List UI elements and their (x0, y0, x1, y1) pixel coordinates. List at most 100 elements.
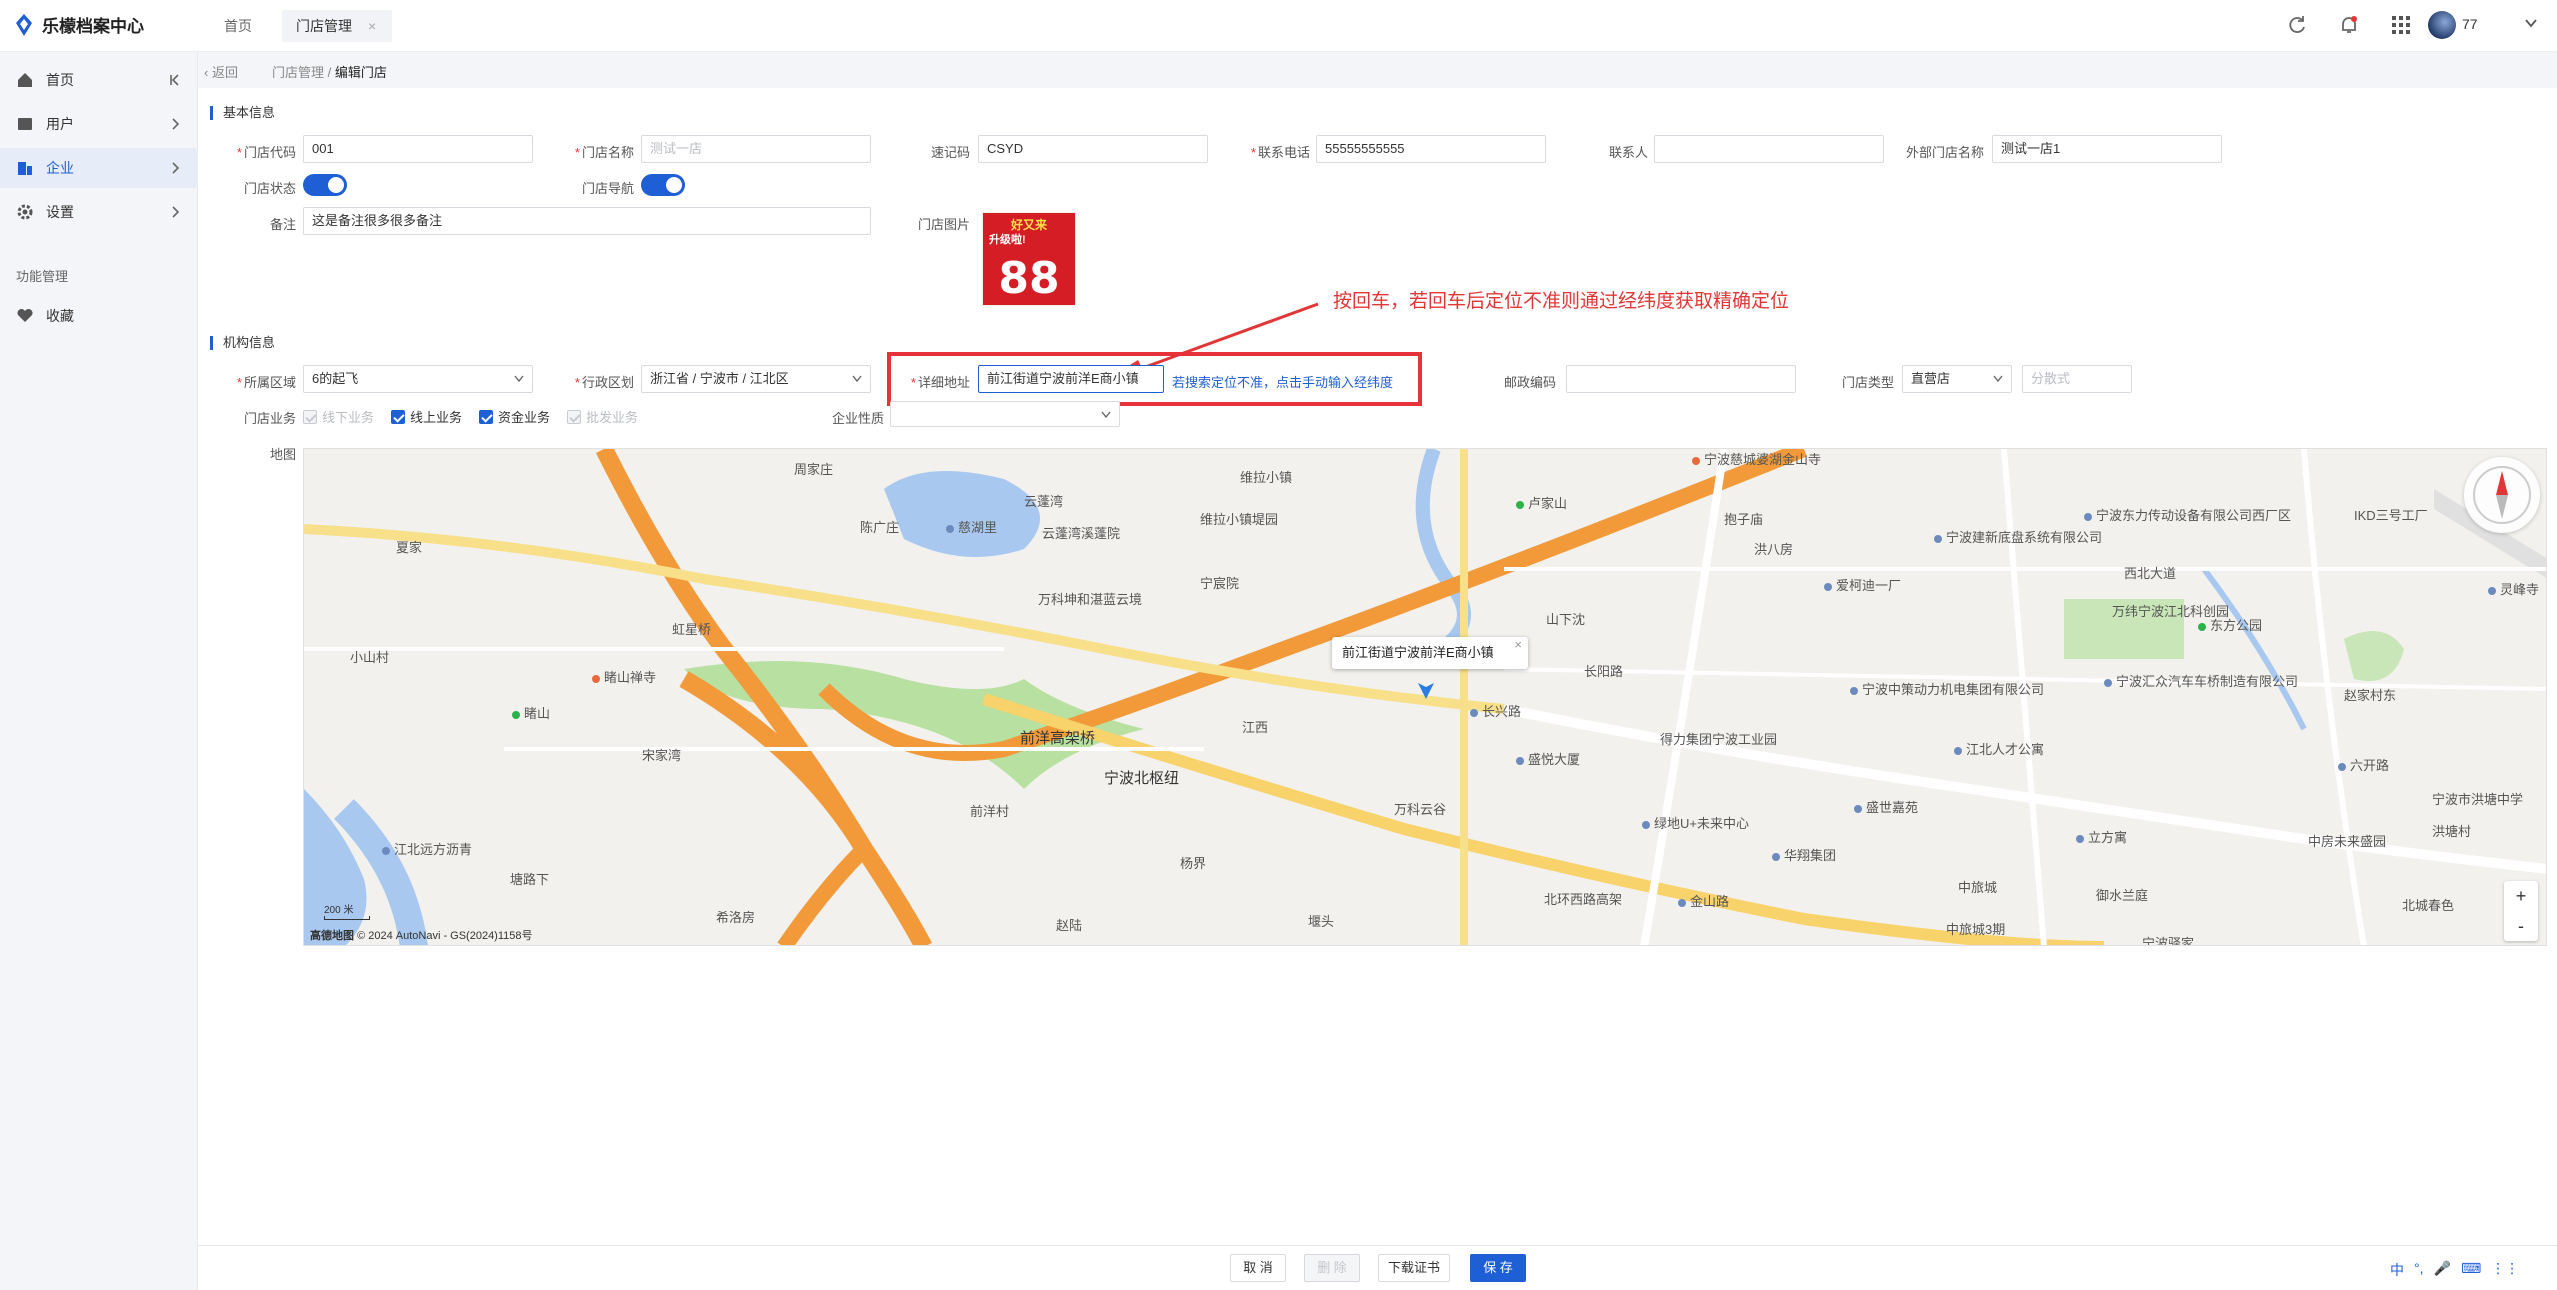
microphone-icon[interactable]: 🎤 (2434, 1260, 2451, 1280)
map-poi[interactable]: 江北人才公寓 (1954, 739, 2044, 758)
download-certificate-button[interactable]: 下载证书 (1378, 1254, 1450, 1282)
map-label: 堰头 (1308, 914, 1335, 929)
online-business-checkbox[interactable]: 线上业务 (391, 407, 462, 426)
collapse-sidebar-icon[interactable] (170, 72, 180, 88)
store-name-input[interactable]: 测试一店 (641, 135, 871, 163)
map-poi[interactable]: 长兴路 (1470, 701, 1521, 720)
contact-input[interactable] (1654, 135, 1884, 163)
region-select[interactable]: 6的起飞 (303, 365, 533, 393)
map-poi[interactable]: 宁波汇众汽车车桥制造有限公司 (2104, 671, 2298, 690)
offline-business-checkbox[interactable]: 线下业务 (303, 407, 374, 426)
app-logo[interactable]: 乐檬档案中心 (14, 12, 144, 37)
zoom-control: + - (2504, 881, 2538, 941)
map-label: 宁波驿家 (2142, 936, 2195, 946)
breadcrumb-parent[interactable]: 门店管理 (272, 65, 324, 80)
map[interactable]: 周家庄 云蓬湾 维拉小镇 维拉小镇堤园 宁波慈城婆湖金山寺 卢家山 抱子庙 宁波… (303, 448, 2547, 946)
keyboard-icon[interactable]: ⌨ (2461, 1260, 2481, 1280)
map-label: 前洋高架桥 (1020, 730, 1096, 747)
map-poi[interactable]: 盛世嘉苑 (1854, 797, 1918, 816)
store-status-toggle[interactable] (303, 174, 347, 196)
quick-code-input[interactable]: CSYD (978, 135, 1208, 163)
map-info-popup: 前江街道宁波前洋E商小镇 × (1332, 637, 1528, 669)
map-poi[interactable]: 宁波建新底盘系统有限公司 (1934, 527, 2102, 546)
sidebar-item-company[interactable]: 企业 (0, 148, 198, 188)
heart-icon (17, 308, 33, 322)
delete-button[interactable]: 删 除 (1304, 1254, 1360, 1282)
tab-home[interactable]: 首页 (210, 10, 266, 42)
zoom-in-button[interactable]: + (2504, 881, 2538, 911)
wholesale-business-checkbox[interactable]: 批发业务 (567, 407, 638, 426)
map-label: 杨界 (1180, 856, 1207, 871)
store-type-select[interactable]: 直营店 (1902, 365, 2012, 393)
map-poi[interactable]: 睹山 (512, 703, 550, 722)
store-image-label: 门店图片 (917, 217, 970, 232)
fund-business-checkbox[interactable]: 资金业务 (479, 407, 550, 426)
punctuation-icon[interactable]: °, (2414, 1260, 2424, 1280)
map-label: 夏家 (396, 540, 423, 555)
phone-input[interactable]: 55555555555 (1316, 135, 1546, 163)
map-poi[interactable]: 金山路 (1678, 891, 1729, 910)
external-name-input[interactable]: 测试一店1 (1992, 135, 2222, 163)
apps-grid-icon[interactable] (2390, 14, 2412, 36)
map-poi[interactable]: 睹山禅寺 (592, 667, 656, 686)
store-subtype-select[interactable]: 分散式 (2022, 365, 2132, 393)
map-poi[interactable]: 灵峰寺 (2488, 579, 2539, 598)
map-poi[interactable]: 卢家山 (1516, 493, 1567, 512)
compass-icon (2473, 466, 2531, 524)
map-poi[interactable]: 华翔集团 (1772, 845, 1836, 864)
map-label: 江西 (1242, 720, 1269, 735)
postcode-input[interactable] (1566, 365, 1796, 393)
address-label: * 详细地址 (910, 375, 970, 390)
map-poi[interactable]: 立方寓 (2076, 827, 2127, 846)
store-nav-label: 门店导航 (581, 181, 634, 196)
remark-input[interactable]: 这是备注很多很多备注 (303, 207, 871, 235)
location-marker-icon[interactable] (1416, 675, 1436, 701)
map-poi[interactable]: 宁波东力传动设备有限公司西厂区 (2084, 505, 2291, 524)
zoom-out-button[interactable]: - (2504, 911, 2538, 941)
map-poi[interactable]: 爱柯迪一厂 (1824, 575, 1901, 594)
refresh-icon[interactable] (2286, 14, 2308, 36)
user-icon (18, 118, 32, 130)
chevron-down-icon[interactable] (2524, 16, 2538, 30)
map-label: 洪塘村 (2432, 824, 2472, 839)
compass-control[interactable] (2464, 457, 2540, 533)
cancel-button[interactable]: 取 消 (1230, 1254, 1286, 1282)
map-poi[interactable]: 六开路 (2338, 755, 2389, 774)
map-poi[interactable]: 绿地U+未来中心 (1642, 813, 1749, 832)
map-label: 云蓬湾 (1024, 494, 1064, 509)
nature-select[interactable] (890, 401, 1120, 427)
map-label: 塘路下 (510, 872, 550, 887)
apps-icon[interactable]: ⋮⋮ (2491, 1260, 2519, 1280)
ime-zh-toggle[interactable]: 中 (2390, 1260, 2404, 1280)
back-link[interactable]: ‹ 返回 (204, 62, 238, 81)
tab-store-management[interactable]: 门店管理 × (282, 10, 392, 42)
map-poi[interactable]: 东方公园 (2198, 615, 2262, 634)
sidebar-item-favorites[interactable]: 收藏 (0, 296, 198, 336)
admin-area-select[interactable]: 浙江省 / 宁波市 / 江北区 (641, 365, 871, 393)
chevron-right-icon (172, 162, 180, 174)
manual-coordinates-link[interactable]: 若搜索定位不准，点击手动输入经纬度 (1172, 372, 1393, 391)
map-poi[interactable]: 江北远方沥青 (382, 839, 472, 858)
sidebar: 首页 用户 企业 设置 功能管理 收藏 (0, 52, 198, 1290)
map-poi[interactable]: 宁波慈城婆湖金山寺 (1692, 449, 1821, 468)
store-code-input[interactable]: 001 (303, 135, 533, 163)
save-button[interactable]: 保 存 (1470, 1254, 1526, 1282)
map-label: 宁波市洪塘中学 (2432, 792, 2524, 807)
map-label: 宁宸院 (1200, 576, 1240, 591)
admin-area-label: * 行政区划 (574, 375, 634, 390)
sidebar-item-home[interactable]: 首页 (0, 60, 198, 100)
address-input[interactable]: 前江街道宁波前洋E商小镇 (978, 365, 1164, 393)
map-poi[interactable]: 盛悦大厦 (1516, 749, 1580, 768)
sidebar-item-users[interactable]: 用户 (0, 104, 198, 144)
close-icon[interactable]: × (1514, 629, 1522, 661)
bell-icon[interactable] (2338, 14, 2360, 36)
store-nav-toggle[interactable] (641, 174, 685, 196)
map-poi[interactable]: 慈湖里 (946, 517, 997, 536)
user-name[interactable]: 77 (2462, 16, 2478, 32)
sidebar-item-settings[interactable]: 设置 (0, 192, 198, 232)
breadcrumb-current: 编辑门店 (334, 65, 387, 80)
close-icon[interactable]: × (368, 18, 376, 34)
map-poi[interactable]: 宁波中策动力机电集团有限公司 (1850, 679, 2044, 698)
map-label: 维拉小镇 (1240, 470, 1293, 485)
avatar[interactable] (2428, 11, 2456, 39)
